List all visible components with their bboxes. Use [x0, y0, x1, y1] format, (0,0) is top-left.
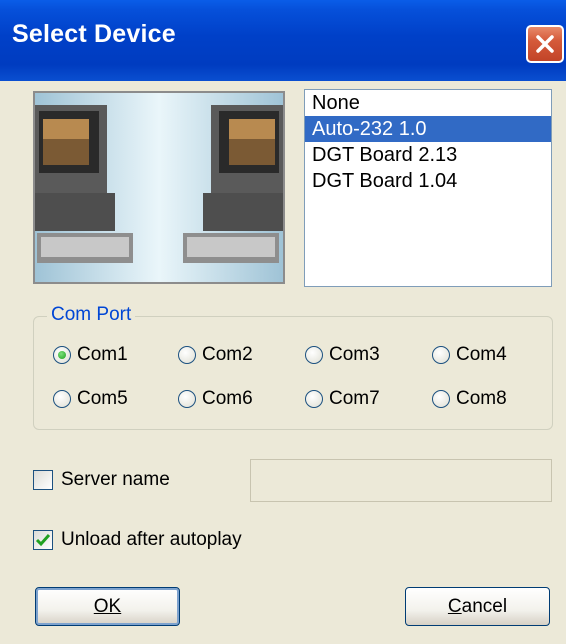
com-port-group-label: Com Port — [47, 304, 136, 326]
com-port-group — [33, 316, 553, 430]
radio-label: Com1 — [77, 344, 128, 365]
device-list-item[interactable]: DGT Board 1.04 — [305, 168, 551, 194]
radio-button[interactable] — [432, 390, 450, 408]
radio-label: Com5 — [77, 388, 128, 409]
radio-com8[interactable]: Com8 — [432, 386, 507, 412]
radio-label: Com8 — [456, 388, 507, 409]
radio-button[interactable] — [305, 390, 323, 408]
radio-label: Com2 — [202, 344, 253, 365]
cancel-button[interactable]: Cancel — [405, 587, 550, 626]
radio-button-selected[interactable] — [53, 346, 71, 364]
device-list-item-selected[interactable]: Auto-232 1.0 — [305, 116, 551, 142]
radio-button[interactable] — [178, 346, 196, 364]
checkmark-icon — [35, 534, 51, 547]
radio-com3[interactable]: Com3 — [305, 342, 380, 368]
server-name-checkbox-row[interactable]: Server name — [33, 467, 170, 493]
radio-label: Com3 — [329, 344, 380, 365]
radio-label: Com4 — [456, 344, 507, 365]
radio-button[interactable] — [305, 346, 323, 364]
radio-com5[interactable]: Com5 — [53, 386, 128, 412]
close-button[interactable] — [526, 25, 564, 63]
ok-button-label: OK — [93, 595, 122, 617]
radio-com1[interactable]: Com1 — [53, 342, 128, 368]
radio-com4[interactable]: Com4 — [432, 342, 507, 368]
close-icon — [536, 35, 554, 53]
server-name-input[interactable] — [250, 459, 552, 502]
radio-label: Com6 — [202, 388, 253, 409]
unload-label: Unload after autoplay — [61, 529, 242, 550]
window-title: Select Device — [12, 20, 176, 48]
ok-button[interactable]: OK — [35, 587, 180, 626]
radio-label: Com7 — [329, 388, 380, 409]
device-list-item[interactable]: None — [305, 90, 551, 116]
select-device-dialog: Select Device None Auto-232 1.0 DGT Boar… — [0, 0, 566, 644]
server-name-label: Server name — [61, 469, 170, 490]
server-name-checkbox[interactable] — [33, 470, 53, 490]
radio-button[interactable] — [178, 390, 196, 408]
radio-com7[interactable]: Com7 — [305, 386, 380, 412]
device-list-item[interactable]: DGT Board 2.13 — [305, 142, 551, 168]
radio-button[interactable] — [53, 390, 71, 408]
device-listbox[interactable]: None Auto-232 1.0 DGT Board 2.13 DGT Boa… — [304, 89, 552, 287]
device-preview-image — [33, 91, 285, 284]
cancel-button-label: Cancel — [447, 595, 508, 617]
unload-checkbox[interactable] — [33, 530, 53, 550]
radio-button[interactable] — [432, 346, 450, 364]
radio-com6[interactable]: Com6 — [178, 386, 253, 412]
unload-checkbox-row[interactable]: Unload after autoplay — [33, 527, 242, 553]
title-bar[interactable]: Select Device — [0, 0, 566, 81]
radio-com2[interactable]: Com2 — [178, 342, 253, 368]
